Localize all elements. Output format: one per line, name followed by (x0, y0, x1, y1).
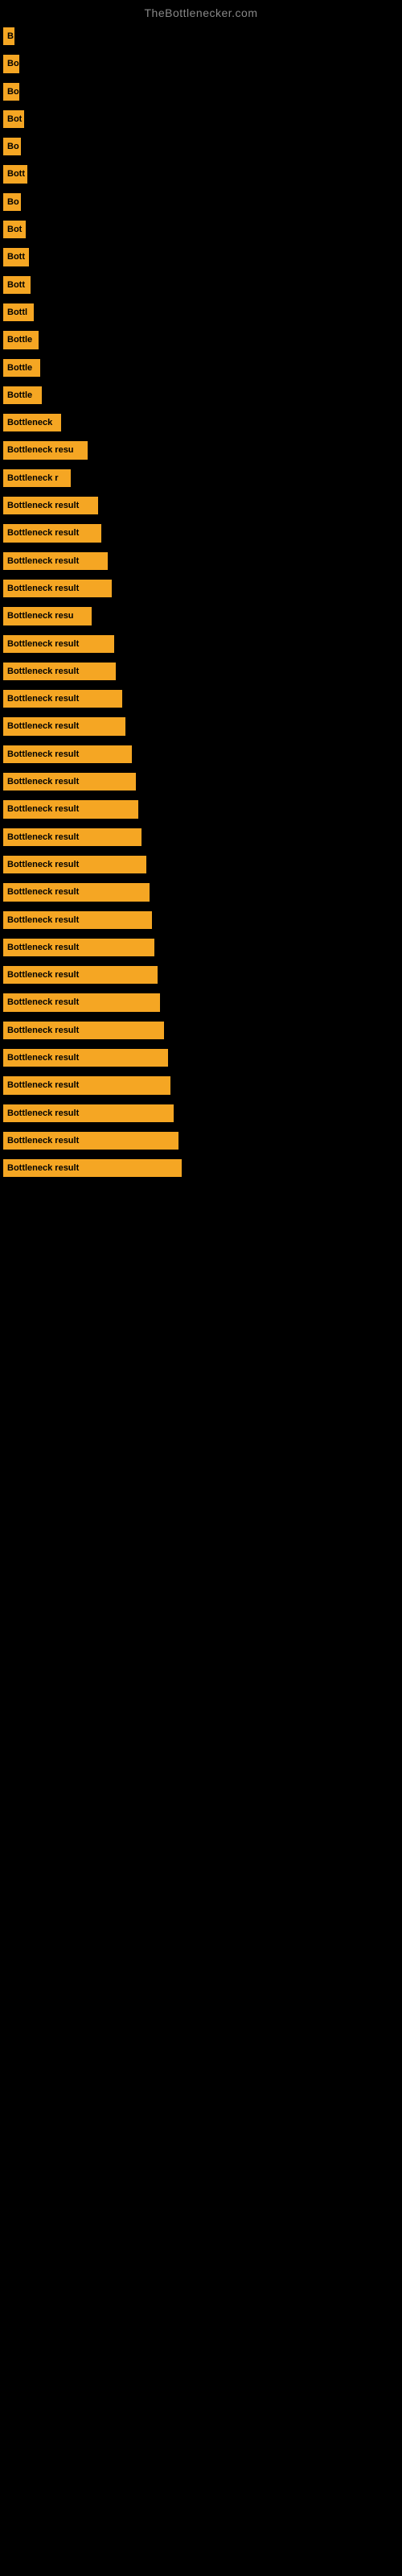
bar-row: Bottleneck result (0, 630, 402, 658)
bar-label: Bottle (3, 331, 39, 349)
bar-row: Bottleneck result (0, 1071, 402, 1099)
bar-label: Bottleneck result (3, 773, 136, 791)
site-title: TheBottlenecker.com (0, 0, 402, 23)
bar-row: Bottleneck result (0, 685, 402, 712)
bar-label: B (3, 27, 14, 45)
bar-row: Bottleneck result (0, 795, 402, 823)
bar-label: Bottleneck result (3, 497, 98, 514)
bar-row: Bottleneck result (0, 492, 402, 519)
bar-row: Bo (0, 50, 402, 77)
bar-row: Bottle (0, 382, 402, 409)
bar-row: Bottleneck resu (0, 602, 402, 630)
bar-label: Bottleneck result (3, 939, 154, 956)
bar-label: Bottleneck result (3, 1104, 174, 1122)
bar-row: Bottle (0, 326, 402, 353)
bar-label: Bottleneck result (3, 911, 152, 929)
bar-label: Bott (3, 276, 31, 294)
bar-label: Bottleneck result (3, 663, 116, 680)
bar-label: Bottleneck r (3, 469, 71, 487)
bar-label: Bo (3, 193, 21, 211)
bar-label: Bottleneck resu (3, 441, 88, 459)
bar-row: Bottleneck (0, 409, 402, 436)
bar-row: Bot (0, 105, 402, 133)
bar-label: Bottleneck result (3, 580, 112, 597)
bar-label: Bo (3, 138, 21, 155)
bar-row: Bottleneck result (0, 768, 402, 795)
bar-label: Bottleneck result (3, 1022, 164, 1039)
bar-row: Bottleneck result (0, 547, 402, 575)
bar-row: Bott (0, 243, 402, 270)
bar-label: Bottl (3, 303, 34, 321)
bar-row: Bottleneck result (0, 989, 402, 1016)
bar-label: Bottleneck result (3, 993, 160, 1011)
bar-row: Bottleneck resu (0, 436, 402, 464)
bar-label: Bott (3, 165, 27, 183)
bar-row: Bottleneck result (0, 1154, 402, 1182)
bar-row: Bottleneck result (0, 1127, 402, 1154)
bar-row: Bottleneck result (0, 741, 402, 768)
bar-row: Bottleneck result (0, 906, 402, 934)
bar-row: Bott (0, 271, 402, 299)
bar-label: Bottle (3, 359, 40, 377)
bar-label: Bottleneck resu (3, 607, 92, 625)
bar-label: Bottleneck result (3, 883, 150, 901)
bar-label: Bottleneck result (3, 828, 142, 846)
bar-row: Bottleneck result (0, 878, 402, 906)
bar-label: Bott (3, 248, 29, 266)
bar-label: Bottleneck result (3, 1076, 170, 1094)
bar-label: Bottleneck result (3, 1049, 168, 1067)
bar-row: Bottl (0, 299, 402, 326)
bar-label: Bottleneck result (3, 800, 138, 818)
bar-label: Bo (3, 55, 19, 72)
bar-label: Bottleneck result (3, 717, 125, 735)
bar-row: Bottleneck result (0, 1100, 402, 1127)
bar-row: Bottleneck result (0, 961, 402, 989)
bar-label: Bottleneck result (3, 745, 132, 763)
bar-label: Bottle (3, 386, 42, 404)
bar-label: Bottleneck result (3, 1159, 182, 1177)
bar-label: Bottleneck result (3, 552, 108, 570)
bar-label: Bottleneck result (3, 524, 101, 542)
bar-row: Bottleneck r (0, 464, 402, 492)
bar-row: B (0, 23, 402, 50)
bar-label: Bot (3, 221, 26, 238)
bar-row: Bottleneck result (0, 851, 402, 878)
bar-row: Bo (0, 133, 402, 160)
bar-row: Bo (0, 78, 402, 105)
bar-row: Bottleneck result (0, 1044, 402, 1071)
bar-label: Bottleneck result (3, 966, 158, 984)
bar-row: Bo (0, 188, 402, 216)
bar-row: Bottleneck result (0, 824, 402, 851)
bar-row: Bottleneck result (0, 658, 402, 685)
bar-label: Bottleneck result (3, 856, 146, 873)
bar-label: Bottleneck result (3, 1132, 178, 1150)
bar-row: Bottle (0, 354, 402, 382)
bar-row: Bottleneck result (0, 712, 402, 740)
bar-row: Bottleneck result (0, 519, 402, 547)
bar-row: Bottleneck result (0, 934, 402, 961)
bar-row: Bottleneck result (0, 1017, 402, 1044)
bar-label: Bottleneck (3, 414, 61, 431)
bar-label: Bottleneck result (3, 690, 122, 708)
bar-label: Bottleneck result (3, 635, 114, 653)
bar-row: Bottleneck result (0, 575, 402, 602)
bar-label: Bo (3, 83, 19, 101)
bars-container: B Bo Bo Bot Bo Bott Bo Bot Bott Bott Bottl Bottle Bo… (0, 23, 402, 1182)
bar-row: Bot (0, 216, 402, 243)
bar-label: Bot (3, 110, 24, 128)
bar-row: Bott (0, 160, 402, 188)
